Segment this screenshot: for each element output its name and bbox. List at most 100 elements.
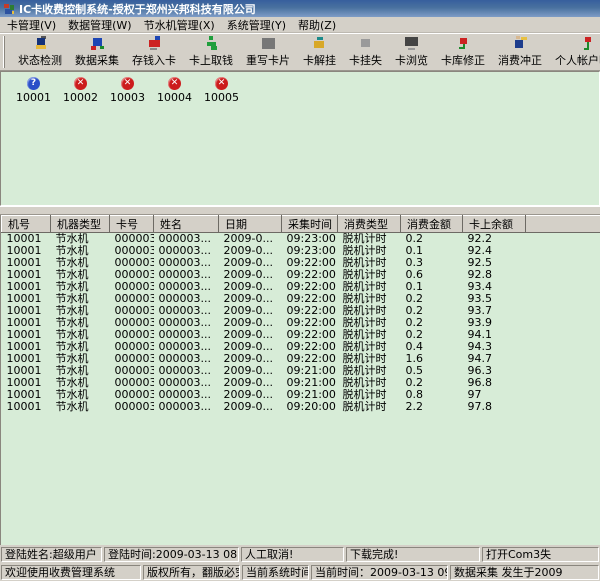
- device-id-label: 10004: [157, 91, 192, 104]
- device-item[interactable]: ✕ 10005: [198, 77, 245, 104]
- cell-name: 000003...: [154, 293, 219, 305]
- cell-machine-type: 节水机: [51, 389, 110, 401]
- table-row[interactable]: 10001 节水机 000003 000003... 2009-0... 09:…: [2, 365, 600, 377]
- menu-item[interactable]: 卡管理(V): [3, 16, 64, 34]
- cell-date: 2009-0...: [219, 305, 282, 317]
- cell-consume-amount: 0.8: [401, 389, 463, 401]
- cell-card-no: 000003: [110, 293, 154, 305]
- toolbar-button[interactable]: 存钱入卡: [128, 35, 180, 69]
- column-header[interactable]: 采集时间: [282, 216, 338, 233]
- cell-filler: [526, 281, 600, 293]
- cell-consume-type: 脱机计时: [338, 401, 401, 413]
- table-row[interactable]: 10001 节水机 000003 000003... 2009-0... 09:…: [2, 245, 600, 257]
- toolbar-button[interactable]: 消费冲正: [494, 35, 546, 69]
- cell-consume-amount: 2.2: [401, 401, 463, 413]
- column-header[interactable]: 卡号: [110, 216, 154, 233]
- toolbar: 状态检测 数据采集 存钱入卡 卡上取钱 重写卡片: [0, 33, 600, 71]
- cell-card-balance: 97: [463, 389, 526, 401]
- cell-machine-type: 节水机: [51, 245, 110, 257]
- table-row[interactable]: 10001 节水机 000003 000003... 2009-0... 09:…: [2, 341, 600, 353]
- cell-name: 000003...: [154, 341, 219, 353]
- device-item[interactable]: ? 10001: [10, 77, 57, 104]
- toolbar-button[interactable]: 数据采集: [71, 35, 123, 69]
- cell-collect-time: 09:22:00: [282, 353, 338, 365]
- cell-card-no: 000003: [110, 365, 154, 377]
- cell-card-no: 000003: [110, 329, 154, 341]
- column-header[interactable]: 机器类型: [51, 216, 110, 233]
- device-item[interactable]: ✕ 10002: [57, 77, 104, 104]
- device-id-label: 10003: [110, 91, 145, 104]
- column-header[interactable]: 消费金额: [401, 216, 463, 233]
- table-row[interactable]: 10001 节水机 000003 000003... 2009-0... 09:…: [2, 377, 600, 389]
- column-header[interactable]: 日期: [219, 216, 282, 233]
- table-row[interactable]: 10001 节水机 000003 000003... 2009-0... 09:…: [2, 281, 600, 293]
- cell-machine-type: 节水机: [51, 233, 110, 246]
- table-row[interactable]: 10001 节水机 000003 000003... 2009-0... 09:…: [2, 257, 600, 269]
- toolbar-button[interactable]: 状态检测: [14, 35, 66, 69]
- table-header-row: 机号 机器类型 卡号 姓名 日期 采集时间 消费类型 消费金额 卡上余额: [2, 216, 600, 233]
- table-row[interactable]: 10001 节水机 000003 000003... 2009-0... 09:…: [2, 329, 600, 341]
- cell-date: 2009-0...: [219, 389, 282, 401]
- table-row[interactable]: 10001 节水机 000003 000003... 2009-0... 09:…: [2, 389, 600, 401]
- toolbar-button[interactable]: 卡挂失: [345, 35, 386, 69]
- device-status-icon: ✕: [74, 77, 87, 90]
- cell-collect-time: 09:20:00: [282, 401, 338, 413]
- toolbar-button-icon: [311, 36, 328, 51]
- cell-machine-type: 节水机: [51, 401, 110, 413]
- column-header[interactable]: 机号: [2, 216, 51, 233]
- table-row[interactable]: 10001 节水机 000003 000003... 2009-0... 09:…: [2, 401, 600, 413]
- device-item[interactable]: ✕ 10004: [151, 77, 198, 104]
- cell-collect-time: 09:21:00: [282, 365, 338, 377]
- cell-machine-type: 节水机: [51, 365, 110, 377]
- device-item[interactable]: ✕ 10003: [104, 77, 151, 104]
- cell-consume-amount: 0.1: [401, 281, 463, 293]
- table-row[interactable]: 10001 节水机 000003 000003... 2009-0... 09:…: [2, 293, 600, 305]
- menu-item[interactable]: 数据管理(W): [64, 16, 139, 34]
- cell-filler: [526, 365, 600, 377]
- cell-consume-type: 脱机计时: [338, 365, 401, 377]
- column-header[interactable]: 消费类型: [338, 216, 401, 233]
- toolbar-button[interactable]: 重写卡片: [242, 35, 294, 69]
- cell-card-no: 000003: [110, 353, 154, 365]
- table-row[interactable]: 10001 节水机 000003 000003... 2009-0... 09:…: [2, 233, 600, 246]
- toolbar-button[interactable]: 卡上取钱: [185, 35, 237, 69]
- table-row[interactable]: 10001 节水机 000003 000003... 2009-0... 09:…: [2, 317, 600, 329]
- toolbar-button[interactable]: 卡库修正: [437, 35, 489, 69]
- cell-filler: [526, 233, 600, 246]
- column-header[interactable]: 姓名: [154, 216, 219, 233]
- cell-card-balance: 97.8: [463, 401, 526, 413]
- cell-machine-type: 节水机: [51, 257, 110, 269]
- records-table-area: 机号 机器类型 卡号 姓名 日期 采集时间 消费类型 消费金额 卡上余额: [0, 215, 600, 545]
- toolbar-button[interactable]: 卡解挂: [299, 35, 340, 69]
- cell-consume-amount: 0.1: [401, 245, 463, 257]
- menu-bar: 卡管理(V) 数据管理(W) 节水机管理(X) 系统管理(Y) 帮助(Z): [0, 17, 600, 33]
- toolbar-button-label: 重写卡片: [246, 52, 290, 68]
- cell-machine-no: 10001: [2, 245, 51, 257]
- cell-card-balance: 94.7: [463, 353, 526, 365]
- toolbar-gripper-handle[interactable]: [3, 36, 5, 68]
- cell-collect-time: 09:22:00: [282, 329, 338, 341]
- table-row[interactable]: 10001 节水机 000003 000003... 2009-0... 09:…: [2, 305, 600, 317]
- status-data-collect-event: 数据采集 发生于2009: [450, 565, 599, 580]
- cell-name: 000003...: [154, 269, 219, 281]
- status-current-time: 当前时间：2009-03-13 09:23:12: [311, 565, 448, 580]
- toolbar-button-icon: [89, 36, 106, 51]
- column-header[interactable]: 卡上余额: [463, 216, 526, 233]
- cell-date: 2009-0...: [219, 353, 282, 365]
- status-bar-bottom: 欢迎使用收费管理系统 版权所有，翻版必究 当前系统时间 当前时间：2009-03…: [0, 563, 600, 581]
- toolbar-button[interactable]: 卡浏览: [391, 35, 432, 69]
- cell-consume-type: 脱机计时: [338, 293, 401, 305]
- toolbar-button-icon: [203, 36, 220, 51]
- cell-machine-type: 节水机: [51, 329, 110, 341]
- table-row[interactable]: 10001 节水机 000003 000003... 2009-0... 09:…: [2, 353, 600, 365]
- toolbar-button[interactable]: 个人帐户明细: [551, 35, 600, 69]
- menu-item[interactable]: 帮助(Z): [294, 16, 344, 34]
- cell-card-no: 000003: [110, 245, 154, 257]
- device-status-icon: ✕: [121, 77, 134, 90]
- cell-consume-amount: 0.5: [401, 365, 463, 377]
- table-row[interactable]: 10001 节水机 000003 000003... 2009-0... 09:…: [2, 269, 600, 281]
- cell-machine-type: 节水机: [51, 269, 110, 281]
- menu-item[interactable]: 系统管理(Y): [223, 16, 294, 34]
- cell-filler: [526, 269, 600, 281]
- menu-item[interactable]: 节水机管理(X): [140, 16, 223, 34]
